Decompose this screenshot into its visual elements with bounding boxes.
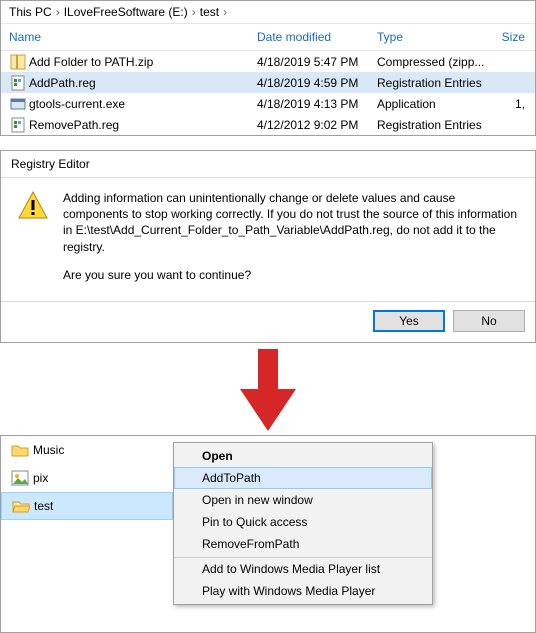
file-list: Add Folder to PATH.zip4/18/2019 5:47 PMC…	[1, 51, 535, 135]
file-name: RemovePath.reg	[27, 118, 257, 132]
file-type: Application	[377, 97, 489, 111]
folder-row[interactable]: Music	[1, 436, 173, 464]
context-menu-item[interactable]: Play with Windows Media Player	[174, 580, 432, 602]
zip-icon	[9, 54, 27, 70]
file-row[interactable]: RemovePath.reg4/12/2012 9:02 PMRegistrat…	[1, 114, 535, 135]
folder-row[interactable]: pix	[1, 464, 173, 492]
breadcrumb-seg-thispc[interactable]: This PC	[9, 5, 52, 19]
column-header-size[interactable]: Size	[489, 30, 525, 44]
column-headers: Name Date modified Type Size	[1, 24, 535, 51]
reg-icon	[9, 117, 27, 133]
file-row[interactable]: gtools-current.exe4/18/2019 4:13 PMAppli…	[1, 93, 535, 114]
file-size: 1,	[489, 97, 525, 111]
folder-open-icon	[12, 498, 34, 514]
reg-icon	[9, 75, 27, 91]
file-type: Registration Entries	[377, 76, 489, 90]
file-name: gtools-current.exe	[27, 97, 257, 111]
context-menu-item[interactable]: Open	[174, 445, 432, 467]
folder-name: pix	[33, 471, 163, 485]
dialog-body-text: Adding information can unintentionally c…	[63, 190, 519, 255]
red-arrow	[0, 343, 536, 431]
context-menu-item[interactable]: Pin to Quick access	[174, 511, 432, 533]
column-header-date[interactable]: Date modified	[257, 30, 377, 44]
registry-editor-dialog: Registry Editor Adding information can u…	[0, 150, 536, 343]
warning-icon	[17, 190, 49, 222]
folder-list: Music pix test	[1, 436, 173, 632]
breadcrumb-seg-folder[interactable]: test	[200, 5, 219, 19]
context-menu-item[interactable]: Open in new window	[174, 489, 432, 511]
folder-icon	[11, 442, 33, 458]
dialog-title: Registry Editor	[1, 151, 535, 178]
file-date: 4/18/2019 5:47 PM	[257, 55, 377, 69]
context-menu-item[interactable]: Add to Windows Media Player list	[174, 557, 432, 580]
chevron-right-icon: ›	[223, 5, 227, 19]
image-icon	[11, 470, 33, 486]
context-menu[interactable]: OpenAddToPathOpen in new windowPin to Qu…	[173, 442, 433, 605]
folder-row[interactable]: test	[1, 492, 173, 520]
explorer-bottom-panel: Music pix test OpenAddToPathOpen in new wi…	[0, 435, 536, 633]
file-type: Registration Entries	[377, 118, 489, 132]
chevron-right-icon: ›	[56, 5, 60, 19]
breadcrumb-seg-drive[interactable]: ILoveFreeSoftware (E:)	[64, 5, 188, 19]
file-row[interactable]: Add Folder to PATH.zip4/18/2019 5:47 PMC…	[1, 51, 535, 72]
file-type: Compressed (zipp...	[377, 55, 489, 69]
folder-name: Music	[33, 443, 163, 457]
file-name: AddPath.reg	[27, 76, 257, 90]
file-date: 4/18/2019 4:13 PM	[257, 97, 377, 111]
exe-icon	[9, 96, 27, 112]
dialog-confirm-text: Are you sure you want to continue?	[63, 267, 519, 283]
context-menu-item[interactable]: AddToPath	[174, 467, 432, 489]
column-header-name[interactable]: Name	[9, 30, 257, 44]
file-row[interactable]: AddPath.reg4/18/2019 4:59 PMRegistration…	[1, 72, 535, 93]
breadcrumb[interactable]: This PC › ILoveFreeSoftware (E:) › test …	[1, 1, 535, 24]
context-menu-item[interactable]: RemoveFromPath	[174, 533, 432, 555]
file-date: 4/12/2012 9:02 PM	[257, 118, 377, 132]
yes-button[interactable]: Yes	[373, 310, 445, 332]
column-header-type[interactable]: Type	[377, 30, 489, 44]
folder-name: test	[34, 499, 162, 513]
file-date: 4/18/2019 4:59 PM	[257, 76, 377, 90]
no-button[interactable]: No	[453, 310, 525, 332]
chevron-right-icon: ›	[192, 5, 196, 19]
file-name: Add Folder to PATH.zip	[27, 55, 257, 69]
explorer-panel: This PC › ILoveFreeSoftware (E:) › test …	[0, 0, 536, 136]
